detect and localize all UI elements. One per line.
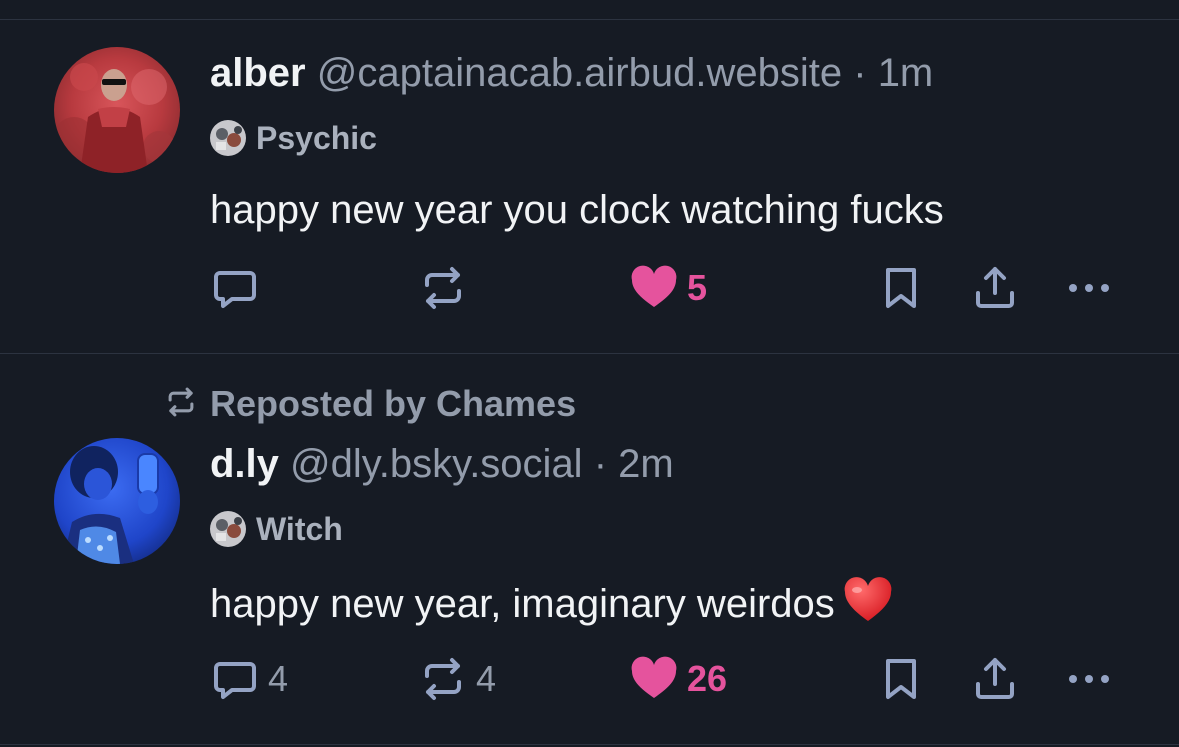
handle[interactable]: @dly.bsky.social [290, 442, 583, 486]
like-button[interactable]: 5 [629, 263, 707, 313]
share-icon [970, 263, 1020, 313]
post-card[interactable]: Reposted by Chames d.ly @dly.bsky.social… [0, 354, 1179, 744]
share-icon [970, 654, 1020, 704]
reply-icon [210, 654, 260, 704]
repost-button[interactable] [418, 263, 476, 313]
post-header: alber @captainacab.airbud.website · 1m [210, 49, 933, 97]
share-button[interactable] [970, 654, 1020, 704]
profile-badge[interactable]: Psychic [210, 118, 377, 158]
repost-icon [418, 263, 468, 313]
witch-badge-icon [210, 511, 246, 547]
more-icon [1064, 654, 1114, 704]
reply-button[interactable] [210, 263, 268, 313]
heart-filled-icon [629, 654, 679, 704]
post-actions: 4 4 26 [0, 654, 1179, 704]
separator: · [593, 442, 608, 486]
badge-label: Psychic [256, 119, 377, 156]
like-button[interactable]: 26 [629, 654, 727, 704]
separator: · [853, 51, 867, 95]
psychic-badge-icon [210, 120, 246, 156]
repost-count: 4 [476, 658, 497, 699]
post-actions: 5 [0, 263, 1179, 313]
bookmark-button[interactable] [876, 654, 926, 704]
bottom-divider [0, 744, 1179, 745]
profile-badge[interactable]: Witch [210, 509, 343, 549]
share-button[interactable] [970, 263, 1020, 313]
display-name[interactable]: d.ly [210, 442, 279, 486]
more-icon [1064, 263, 1114, 313]
repost-small-icon [164, 385, 198, 424]
badge-label: Witch [256, 510, 343, 547]
more-options-button[interactable] [1064, 263, 1114, 313]
like-count: 5 [687, 267, 708, 308]
timestamp[interactable]: 2m [618, 442, 674, 486]
repost-icon [418, 654, 468, 704]
avatar[interactable] [54, 47, 180, 173]
bookmark-icon [876, 654, 926, 704]
more-options-button[interactable] [1064, 654, 1114, 704]
post-text-content: happy new year, imaginary weirdos [210, 582, 835, 626]
post-text: happy new year, imaginary weirdos [210, 577, 893, 634]
repost-label: Reposted by Chames [210, 383, 577, 424]
repost-button[interactable]: 4 [418, 654, 496, 704]
post-card[interactable]: alber @captainacab.airbud.website · 1m P… [0, 0, 1179, 353]
repost-banner[interactable]: Reposted by Chames [164, 382, 576, 426]
display-name[interactable]: alber [210, 51, 306, 95]
reply-button[interactable]: 4 [210, 654, 288, 704]
bookmark-icon [876, 263, 926, 313]
post-header: d.ly @dly.bsky.social · 2m [210, 440, 674, 488]
post-text: happy new year you clock watching fucks [210, 188, 944, 232]
timestamp[interactable]: 1m [878, 51, 934, 95]
reply-icon [210, 263, 260, 313]
red-heart-emoji [843, 577, 893, 634]
reply-count: 4 [268, 658, 289, 699]
like-count: 26 [687, 658, 728, 699]
handle[interactable]: @captainacab.airbud.website [317, 51, 842, 95]
bookmark-button[interactable] [876, 263, 926, 313]
heart-filled-icon [629, 263, 679, 313]
avatar[interactable] [54, 438, 180, 564]
